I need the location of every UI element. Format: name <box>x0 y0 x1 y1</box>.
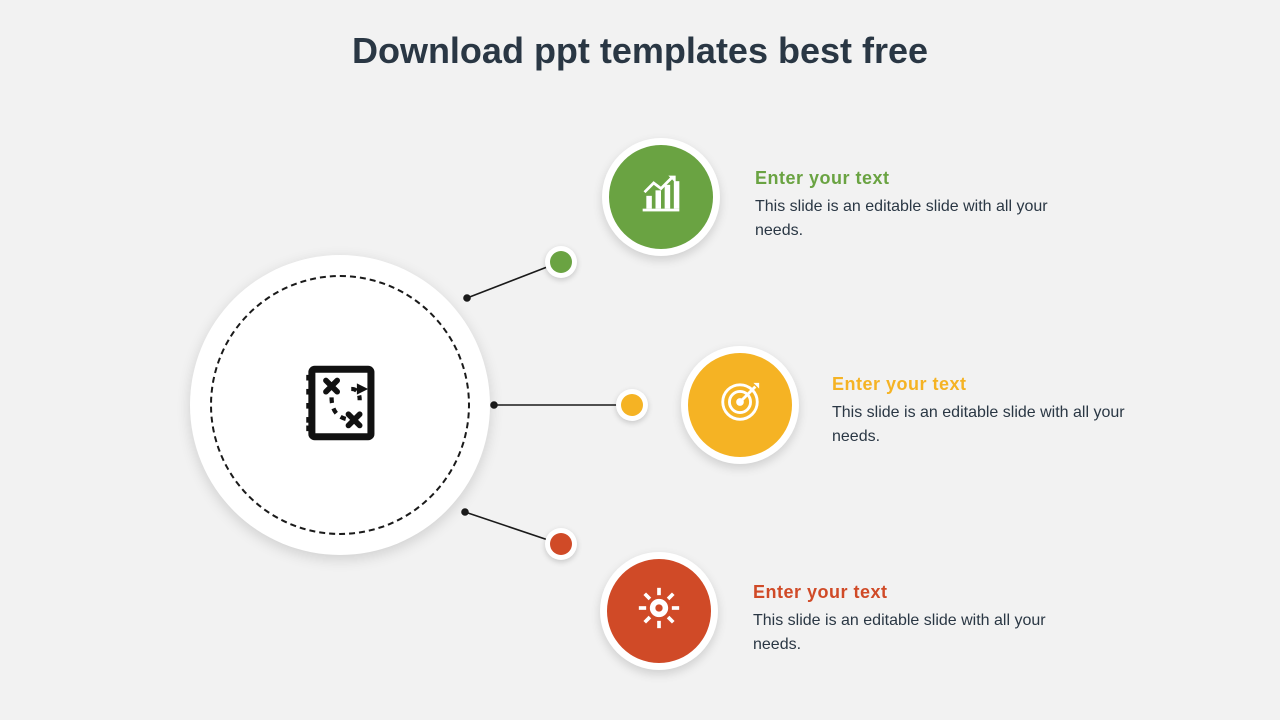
node-circle-gear <box>600 552 718 670</box>
node-circle-target <box>681 346 799 464</box>
dot-green <box>545 246 577 278</box>
page-title: Download ppt templates best free <box>0 30 1280 72</box>
hub-circle <box>190 255 490 555</box>
node-circle-chart <box>602 138 720 256</box>
node-title: Enter your text <box>832 374 1142 395</box>
dot-yellow <box>616 389 648 421</box>
node-desc: This slide is an editable slide with all… <box>755 195 1065 243</box>
node-title: Enter your text <box>753 582 1063 603</box>
node-desc: This slide is an editable slide with all… <box>832 401 1142 449</box>
strategy-playbook-icon <box>295 358 385 453</box>
target-icon <box>717 379 763 430</box>
text-block-gear: Enter your text This slide is an editabl… <box>753 582 1063 657</box>
node-desc: This slide is an editable slide with all… <box>753 609 1063 657</box>
text-block-target: Enter your text This slide is an editabl… <box>832 374 1142 449</box>
hub-dashed-border <box>210 275 470 535</box>
text-block-chart: Enter your text This slide is an editabl… <box>755 168 1065 243</box>
dot-orange <box>545 528 577 560</box>
node-title: Enter your text <box>755 168 1065 189</box>
gear-icon <box>637 586 681 635</box>
bar-chart-arrow-icon <box>639 172 683 221</box>
